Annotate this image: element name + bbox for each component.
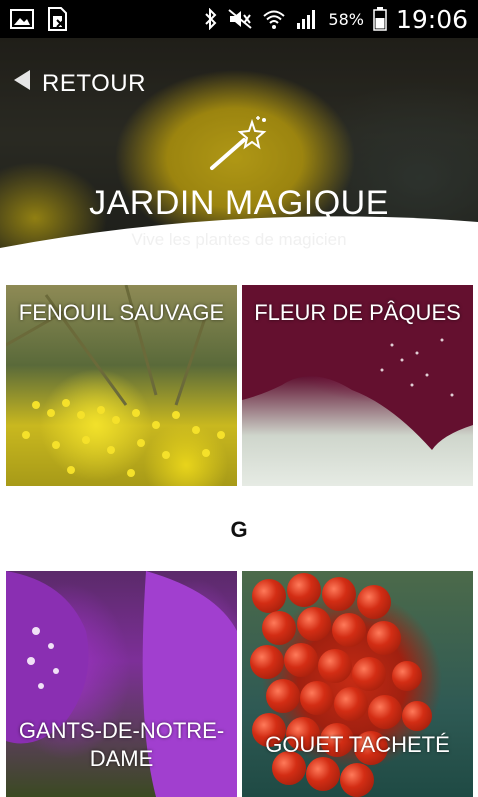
berry <box>266 679 300 713</box>
tile-label: FLEUR DE PÂQUES <box>254 300 461 325</box>
tile-label: FENOUIL SAUVAGE <box>18 300 225 325</box>
back-label: RETOUR <box>42 69 146 97</box>
battery-percent: 58% <box>328 9 364 29</box>
berry <box>402 701 432 731</box>
berry <box>352 657 386 691</box>
berry <box>250 645 284 679</box>
plant-tile-fleur-de-paques[interactable]: FLEUR DE PÂQUES <box>242 285 473 486</box>
page-subtitle: Vive les plantes de magicien <box>131 230 347 249</box>
berry <box>322 577 356 611</box>
berry <box>306 757 340 791</box>
berry <box>297 607 331 641</box>
berry <box>287 573 321 607</box>
berry <box>332 613 366 647</box>
page-title: JARDIN MAGIQUE <box>89 184 389 222</box>
plant-tile-fenouil-sauvage[interactable]: FENOUIL SAUVAGE <box>6 285 237 486</box>
image-icon <box>10 9 34 29</box>
back-button[interactable]: RETOUR <box>12 68 146 99</box>
mute-icon <box>227 8 253 30</box>
berry <box>357 585 391 619</box>
berry <box>318 649 352 683</box>
berry <box>392 661 422 691</box>
signal-icon <box>295 8 319 30</box>
back-arrow-icon <box>12 68 32 99</box>
magic-wand-icon <box>208 114 272 179</box>
plant-tile-gouet-tachete[interactable]: GOUET TACHETÉ <box>242 571 473 797</box>
berry <box>334 687 368 721</box>
berry <box>252 579 286 613</box>
bluetooth-icon <box>204 8 218 30</box>
berry <box>284 643 318 677</box>
plant-tile-gants-de-notre-dame[interactable]: GANTS-DE-NOTRE-DAME <box>6 571 237 797</box>
sim-card-icon <box>46 7 68 31</box>
tile-label: GANTS-DE-NOTRE-DAME <box>18 718 225 771</box>
section-header-letter: G <box>230 517 248 542</box>
berry <box>262 611 296 645</box>
tile-label: GOUET TACHETÉ <box>265 732 450 757</box>
status-bar: 58% 19:06 <box>0 0 478 38</box>
battery-icon <box>373 7 387 31</box>
berry <box>367 621 401 655</box>
clock: 19:06 <box>395 4 468 34</box>
berry <box>340 763 374 797</box>
berry <box>368 695 402 729</box>
berry <box>300 681 334 715</box>
hero-header: RETOUR JARDIN MAGIQUE Vive les plantes d… <box>0 38 478 284</box>
wifi-icon <box>262 8 286 30</box>
